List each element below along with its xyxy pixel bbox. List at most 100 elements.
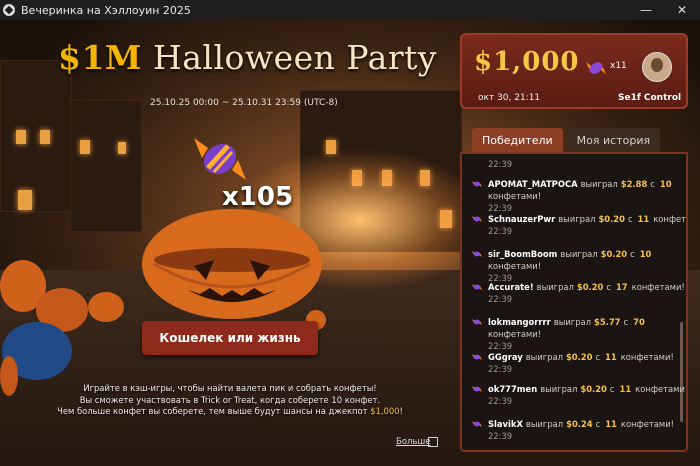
winner-verb: выиграл: [540, 384, 578, 394]
winner-line: ok777men выиграл $0.20 с 11 конфетами!: [472, 383, 688, 395]
winner-name: SlavikX: [488, 419, 523, 429]
window-light: [16, 130, 26, 144]
trick-or-treat-button[interactable]: Кошелек или жизнь: [142, 321, 318, 355]
close-button[interactable]: ✕: [664, 0, 700, 20]
tab-bar: Победители Моя история: [472, 128, 661, 152]
list-item: ok777men выиграл $0.20 с 11 конфетами! 22:39: [472, 383, 688, 407]
winner-name: SchnauzerPwr: [488, 214, 556, 224]
window-light: [18, 190, 32, 210]
jackpot-candies: x11: [610, 61, 627, 71]
winner-line: GGgray выиграл $0.20 с 11 конфетами!: [472, 351, 677, 363]
winner-time: 22:39: [488, 396, 513, 406]
winner-time: 22:39: [488, 364, 513, 374]
winner-with: с: [630, 249, 635, 259]
list-item: lokmangorrrr выиграл $5.77 с 70 конфетами! 22:…: [472, 316, 647, 352]
candy-icon: [472, 284, 482, 290]
window-light: [40, 130, 50, 144]
window-light: [118, 142, 126, 154]
list-item: Accurate! выиграл $0.20 с 17 конфетами! 22:39: [472, 281, 686, 305]
jackpot-amount: $1,000: [474, 47, 580, 77]
winners-list[interactable]: 22:39 APOMAT_MATPOCA выиграл $2.88 с 10 конфе…: [460, 152, 688, 452]
winner-line: Accurate! выиграл $0.20 с 17 конфетами!: [472, 281, 686, 293]
winner-name: lokmangorrrr: [488, 317, 551, 327]
winner-time: 22:39: [488, 294, 513, 304]
desc-line-1: Играйте в кэш-игры, чтобы найти валета п…: [83, 383, 377, 393]
candy-icon: [472, 251, 482, 257]
winner-amount: $0.20: [600, 249, 628, 259]
desc-line-3-wrap: Чем больше конфет вы соберете, тем выше …: [50, 406, 410, 418]
winner-unit: конфетами!: [620, 352, 674, 362]
jackpot-date: окт 30, 21:11: [478, 93, 541, 103]
tab-winners[interactable]: Победители: [472, 128, 563, 152]
candy-icon: [472, 181, 482, 187]
promo-title: $1M Halloween Party: [58, 38, 437, 77]
winner-line: sir_BoomBoom выиграл $0.20 с 10: [472, 248, 653, 260]
desc-jackpot: $1,000: [370, 406, 400, 416]
winner-unit: конфетами!: [620, 419, 674, 429]
list-item: 22:39: [472, 158, 512, 170]
pumpkin-decoration: [0, 356, 18, 396]
jackpot-player: Se1f Control: [618, 93, 682, 103]
jack-o-lantern-icon: [142, 209, 322, 319]
winner-with: с: [595, 419, 601, 429]
winner-with: с: [606, 282, 611, 292]
winner-verb: выиграл: [525, 419, 564, 429]
winner-verb: выиграл: [525, 352, 563, 362]
winner-with: с: [609, 384, 615, 394]
promo-dates: 25.10.25 00:00 ~ 25.10.31 23:59 (UTC-8): [150, 98, 338, 108]
candy-icon: [472, 216, 482, 222]
winner-line: SlavikX выиграл $0.24 с 11 конфетами!: [472, 418, 677, 430]
list-item: sir_BoomBoom выиграл $0.20 с 10 конфетами! 22:…: [472, 248, 653, 284]
promo-description: Играйте в кэш-игры, чтобы найти валета п…: [50, 383, 410, 418]
winner-verb: выиграл: [553, 317, 592, 327]
winner-verb: выиграл: [536, 282, 574, 292]
desc-line-3: Чем больше конфет вы соберете, тем выше …: [57, 406, 368, 416]
winner-amount: $0.20: [580, 384, 607, 394]
winner-unit: конфетами!: [488, 329, 542, 339]
desc-line-2: Вы сможете участвовать в Trick or Treat,…: [79, 394, 381, 405]
promo-title-text: Halloween Party: [152, 38, 438, 77]
window-light: [80, 140, 90, 154]
winner-with: с: [623, 317, 629, 327]
winner-verb: выиграл: [560, 249, 598, 259]
winner-with: с: [595, 352, 601, 362]
winner-unit: конфетами!: [488, 191, 542, 201]
winner-unit: конфетами!: [631, 282, 685, 292]
external-link-icon[interactable]: [428, 437, 438, 447]
title-bar: Вечеринка на Хэллоуин 2025 — ✕: [0, 0, 700, 20]
winner-candy-count: 11: [637, 214, 650, 224]
winner-name: Accurate!: [488, 282, 534, 292]
winner-candy-count: 11: [619, 384, 632, 394]
candy-icon: [586, 62, 606, 74]
candy-icon: [472, 354, 482, 360]
winner-time: 22:39: [488, 159, 513, 169]
minimize-button[interactable]: —: [628, 0, 664, 20]
jackpot-panel: $1,000 x11 окт 30, 21:11 Se1f Control: [460, 33, 688, 109]
winner-candy-count: 17: [615, 282, 628, 292]
winner-verb: выиграл: [580, 179, 618, 189]
winner-name: ok777men: [488, 384, 538, 394]
tab-my-history[interactable]: Моя история: [566, 128, 661, 152]
winner-line: SchnauzerPwrвыиграл$0.20с 11конфетами!: [472, 213, 687, 225]
winner-line: APOMAT_MATPOCA выиграл $2.88 с 10: [472, 178, 674, 190]
app-icon: [3, 4, 15, 16]
desc-end: !: [399, 406, 403, 416]
scrollbar[interactable]: [680, 322, 683, 422]
winner-amount: $0.20: [576, 282, 604, 292]
pumpkin-decoration: [88, 292, 124, 322]
winner-amount: $0.20: [565, 352, 593, 362]
winner-unit: конфетами!: [635, 384, 688, 394]
list-item: APOMAT_MATPOCA выиграл $2.88 с 10 конфетами! 2…: [472, 178, 674, 214]
avatar: [642, 52, 672, 82]
winner-unit: конфетами!: [653, 214, 687, 224]
winner-candy-count: 11: [605, 352, 617, 362]
winner-candy-count: 70: [633, 317, 645, 327]
winner-name: APOMAT_MATPOCA: [488, 179, 578, 189]
more-link[interactable]: Больше: [396, 437, 430, 447]
window-title: Вечеринка на Хэллоуин 2025: [21, 3, 191, 17]
winner-candy-count: 11: [605, 419, 617, 429]
window-controls: — ✕: [628, 0, 700, 20]
list-item: GGgray выиграл $0.20 с 11 конфетами! 22:39: [472, 351, 677, 375]
house: [0, 60, 72, 212]
winner-with: с: [650, 179, 655, 189]
